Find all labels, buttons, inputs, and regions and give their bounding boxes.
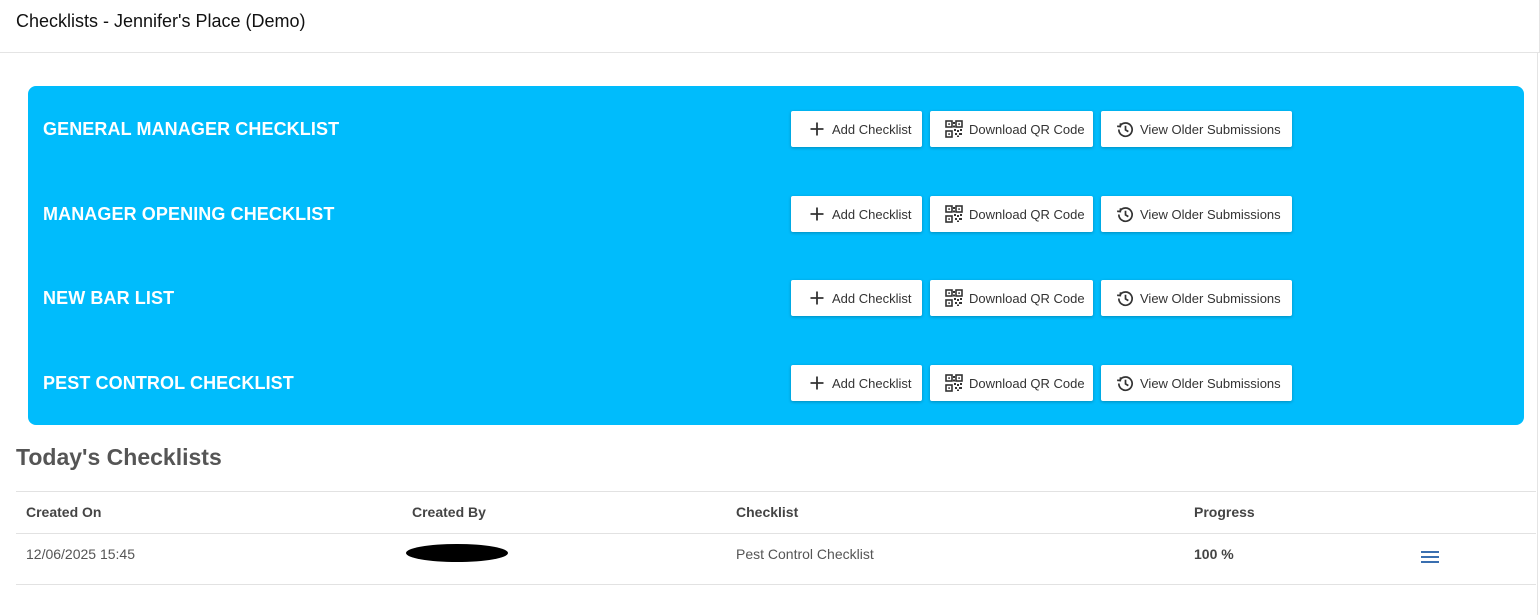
view-older-submissions-button[interactable]: View Older Submissions: [1101, 280, 1292, 316]
view-older-submissions-label: View Older Submissions: [1140, 206, 1281, 222]
column-header-checklist[interactable]: Checklist: [736, 504, 798, 520]
checklist-name: NEW BAR LIST: [43, 288, 175, 308]
view-older-submissions-button[interactable]: View Older Submissions: [1101, 111, 1292, 147]
add-checklist-button[interactable]: Add Checklist: [791, 111, 922, 147]
view-older-submissions-label: View Older Submissions: [1140, 121, 1281, 137]
history-icon: [1115, 204, 1135, 224]
download-qr-label: Download QR Code: [969, 206, 1085, 222]
checklist-row: NEW BAR LIST Add Checklist Download QR C…: [28, 280, 1524, 316]
add-checklist-label: Add Checklist: [832, 206, 912, 222]
plus-icon: [807, 204, 827, 224]
qr-code-icon: [944, 288, 964, 308]
download-qr-label: Download QR Code: [969, 375, 1085, 391]
qr-code-icon: [944, 204, 964, 224]
plus-icon: [807, 119, 827, 139]
download-qr-button[interactable]: Download QR Code: [930, 280, 1093, 316]
checklist-name: GENERAL MANAGER CHECKLIST: [43, 119, 340, 139]
add-checklist-button[interactable]: Add Checklist: [791, 365, 922, 401]
top-bar: Checklists - Jennifer's Place (Demo): [0, 0, 1540, 53]
download-qr-label: Download QR Code: [969, 290, 1085, 306]
history-icon: [1115, 288, 1135, 308]
todays-checklists-table: Created On Created By Checklist Progress…: [16, 491, 1536, 585]
menu-icon: [1420, 550, 1440, 569]
add-checklist-label: Add Checklist: [832, 121, 912, 137]
divider: [1537, 53, 1538, 615]
add-checklist-label: Add Checklist: [832, 290, 912, 306]
table-header: Created On Created By Checklist Progress: [16, 491, 1536, 534]
page-title: Checklists - Jennifer's Place (Demo): [16, 11, 306, 31]
todays-checklists-heading: Today's Checklists: [16, 444, 222, 470]
add-checklist-label: Add Checklist: [832, 375, 912, 391]
checklist-row: GENERAL MANAGER CHECKLIST Add Checklist: [28, 111, 1524, 147]
view-older-submissions-button[interactable]: View Older Submissions: [1101, 196, 1292, 232]
add-checklist-button[interactable]: Add Checklist: [791, 280, 922, 316]
checklist-cell: Pest Control Checklist: [736, 546, 874, 562]
qr-code-icon: [944, 119, 964, 139]
add-checklist-button[interactable]: Add Checklist: [791, 196, 922, 232]
column-header-created-by[interactable]: Created By: [412, 504, 486, 520]
view-older-submissions-button[interactable]: View Older Submissions: [1101, 365, 1292, 401]
qr-code-icon: [944, 373, 964, 393]
progress-cell: 100 %: [1194, 546, 1234, 562]
history-icon: [1115, 373, 1135, 393]
checklist-panel: GENERAL MANAGER CHECKLIST Add Checklist: [28, 86, 1524, 425]
checklist-name: MANAGER OPENING CHECKLIST: [43, 204, 335, 224]
created-by-redacted: [406, 544, 508, 562]
history-icon: [1115, 119, 1135, 139]
view-older-submissions-label: View Older Submissions: [1140, 290, 1281, 306]
view-older-submissions-label: View Older Submissions: [1140, 375, 1281, 391]
created-on-cell: 12/06/2025 15:45: [26, 546, 135, 562]
download-qr-button[interactable]: Download QR Code: [930, 196, 1093, 232]
checklist-name: PEST CONTROL CHECKLIST: [43, 373, 294, 393]
table-row[interactable]: 12/06/2025 15:45 Pest Control Checklist …: [16, 534, 1536, 585]
download-qr-button[interactable]: Download QR Code: [930, 111, 1093, 147]
column-header-created-on[interactable]: Created On: [26, 504, 101, 520]
row-menu-button[interactable]: [1418, 547, 1442, 571]
plus-icon: [807, 288, 827, 308]
download-qr-button[interactable]: Download QR Code: [930, 365, 1093, 401]
checklist-row: PEST CONTROL CHECKLIST Add Checklist Dow…: [28, 365, 1524, 401]
download-qr-label: Download QR Code: [969, 121, 1085, 137]
checklist-row: MANAGER OPENING CHECKLIST Add Checklist: [28, 196, 1524, 232]
column-header-progress[interactable]: Progress: [1194, 504, 1255, 520]
plus-icon: [807, 373, 827, 393]
